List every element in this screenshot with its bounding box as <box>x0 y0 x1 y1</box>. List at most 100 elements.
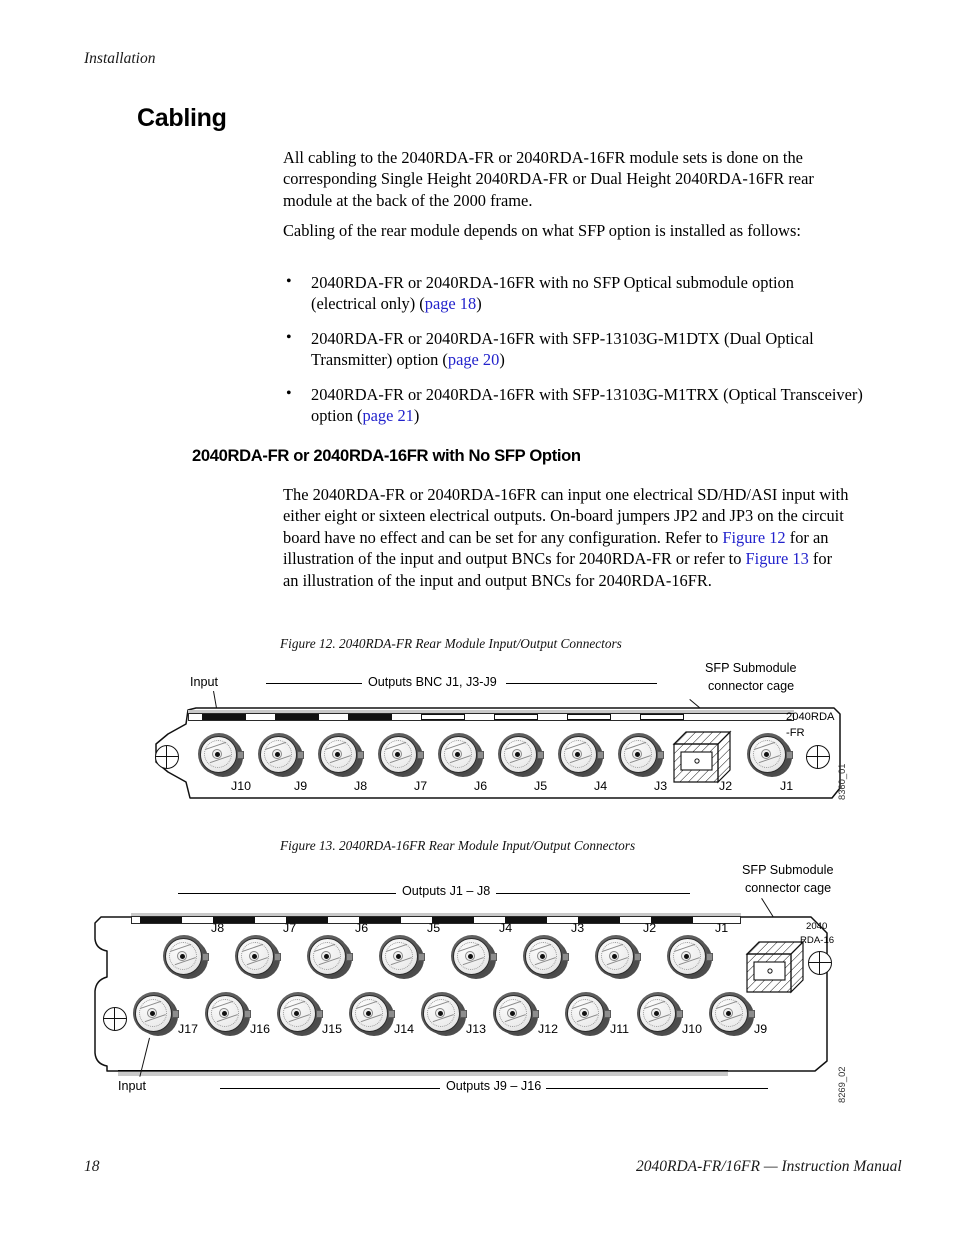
rail-tab <box>505 917 547 923</box>
bnc-connector[interactable] <box>565 992 611 1037</box>
figure-13-outputs-top-label: Outputs J1 – J8 <box>402 884 491 898</box>
connector-label: J12 <box>538 1022 558 1036</box>
bnc-connector[interactable] <box>198 733 244 778</box>
figure-12-sfp-label-1: SFP Submodule <box>705 661 797 675</box>
figure-13-id: 8269_02 <box>836 1066 847 1104</box>
figure-12-rail-shade <box>188 710 794 714</box>
bullet-marker: • <box>286 328 292 346</box>
figure-12-rail <box>188 713 794 721</box>
bullet-text: 2040RDA-FR or 2040RDA-16FR with SFP-1310… <box>311 328 814 370</box>
connector-label: J1 <box>780 779 794 793</box>
page-link[interactable]: page 20 <box>448 350 499 369</box>
bnc-connector[interactable] <box>378 733 424 778</box>
bnc-connector[interactable] <box>618 733 664 778</box>
bnc-connector[interactable] <box>421 992 467 1037</box>
connector-label: J6 <box>474 779 488 793</box>
bnc-connector[interactable] <box>709 992 755 1037</box>
bnc-connector[interactable] <box>667 935 713 980</box>
connector-label: J5 <box>427 921 441 935</box>
figure-12-module-name-2: -FR <box>786 727 805 739</box>
figure-13-board-outline <box>94 916 828 1072</box>
connector-label: J9 <box>294 779 308 793</box>
connector-label: J8 <box>211 921 225 935</box>
bnc-connector[interactable] <box>205 992 251 1037</box>
bnc-connector[interactable] <box>258 733 304 778</box>
outputs-leader-left <box>266 683 362 684</box>
connector-label: J3 <box>654 779 668 793</box>
figure-12-sfp-leader <box>689 699 718 724</box>
connector-label: J8 <box>354 779 368 793</box>
running-head: Installation <box>84 50 156 67</box>
figure-13-rail <box>131 916 741 924</box>
screw-hole-right <box>803 744 830 770</box>
intro-paragraph: All cabling to the 2040RDA-FR or 2040RDA… <box>283 148 814 210</box>
bullet-text-end: ) <box>499 350 505 370</box>
figure-13-bottom-rail <box>118 1070 728 1071</box>
figure-13-caption: Figure 13. 2040RDA-16FR Rear Module Inpu… <box>280 838 636 853</box>
connector-label: J5 <box>534 779 548 793</box>
outputs-leader-right <box>506 683 657 684</box>
bnc-connector[interactable] <box>493 992 539 1037</box>
rail-tab <box>359 917 401 923</box>
bnc-connector[interactable] <box>379 935 425 980</box>
bnc-connector[interactable] <box>163 935 209 980</box>
figure-12-caption: Figure 12. 2040RDA-FR Rear Module Input/… <box>280 636 622 651</box>
bnc-connector[interactable] <box>595 935 641 980</box>
figure-12-input-label: Input <box>190 675 219 689</box>
bnc-connector[interactable] <box>498 733 544 778</box>
section-heading: 2040RDA-FR or 2040RDA-16FR with No SFP O… <box>192 446 581 465</box>
bnc-connector[interactable] <box>438 733 484 778</box>
connector-label: J7 <box>283 921 297 935</box>
bullet-marker: • <box>286 384 292 402</box>
figure-13-link[interactable]: Figure 13 <box>746 549 809 568</box>
sfp-option-list: • 2040RDA-FR or 2040RDA-16FR with no SFP … <box>283 272 863 439</box>
rail-tab <box>651 917 693 923</box>
figure-12-module-name-1: 2040RDA <box>786 711 835 723</box>
list-item: • 2040RDA-FR or 2040RDA-16FR with SFP-131… <box>283 328 863 371</box>
page-title: Cabling <box>137 104 227 132</box>
bnc-connector[interactable] <box>235 935 281 980</box>
figure-13-sfp-label-1: SFP Submodule <box>742 863 834 877</box>
figure-13-outputs-bottom-label: Outputs J9 – J16 <box>446 1079 542 1093</box>
figure-13-sfp-leader <box>760 898 785 935</box>
connector-label: J4 <box>594 779 608 793</box>
rail-tab <box>140 917 182 923</box>
bnc-connector[interactable] <box>318 733 364 778</box>
page-link[interactable]: page 21 <box>362 406 413 425</box>
page-number: 18 <box>84 1158 100 1175</box>
bullet-marker: • <box>286 273 292 290</box>
bnc-connector[interactable] <box>277 992 323 1037</box>
outputs-bottom-leader-right <box>546 1088 768 1089</box>
screw-hole-left <box>152 744 179 770</box>
connector-label: J6 <box>355 921 369 935</box>
connector-label: J9 <box>754 1022 768 1036</box>
section-paragraph: The 2040RDA-FR or 2040RDA-16FR can input… <box>283 484 849 591</box>
bnc-connector[interactable] <box>558 733 604 778</box>
rail-tab <box>432 917 474 923</box>
connector-label: J15 <box>322 1022 342 1036</box>
figure-13-sfp-label-2: connector cage <box>745 881 832 895</box>
bnc-connector[interactable] <box>523 935 569 980</box>
bnc-connector[interactable] <box>349 992 395 1037</box>
rail-tab <box>494 714 538 720</box>
bnc-connector[interactable] <box>637 992 683 1037</box>
footer-manual-title: 2040RDA-FR/16FR — Instruction Manual <box>636 1158 902 1175</box>
list-item: • 2040RDA-FR or 2040RDA-16FR with SFP-131… <box>283 384 863 427</box>
connector-label: J14 <box>394 1022 414 1036</box>
connector-label: J2 <box>643 921 657 935</box>
rail-tab <box>275 714 319 720</box>
figure-12-link[interactable]: Figure 12 <box>722 528 785 547</box>
connector-label: J3 <box>571 921 585 935</box>
connector-label: J4 <box>499 921 513 935</box>
page-link[interactable]: page 18 <box>425 294 476 313</box>
figure-12-board-outline <box>155 707 841 799</box>
screw-hole-left <box>100 1006 127 1032</box>
bnc-connector[interactable] <box>133 992 179 1037</box>
depends-paragraph: Cabling of the rear module depends on wh… <box>283 221 801 240</box>
cage-connector-label: J2 <box>719 779 733 793</box>
bnc-connector[interactable] <box>747 733 793 778</box>
connector-label: J1 <box>715 921 729 935</box>
connector-label: J17 <box>178 1022 198 1036</box>
bnc-connector[interactable] <box>451 935 497 980</box>
bnc-connector[interactable] <box>307 935 353 980</box>
